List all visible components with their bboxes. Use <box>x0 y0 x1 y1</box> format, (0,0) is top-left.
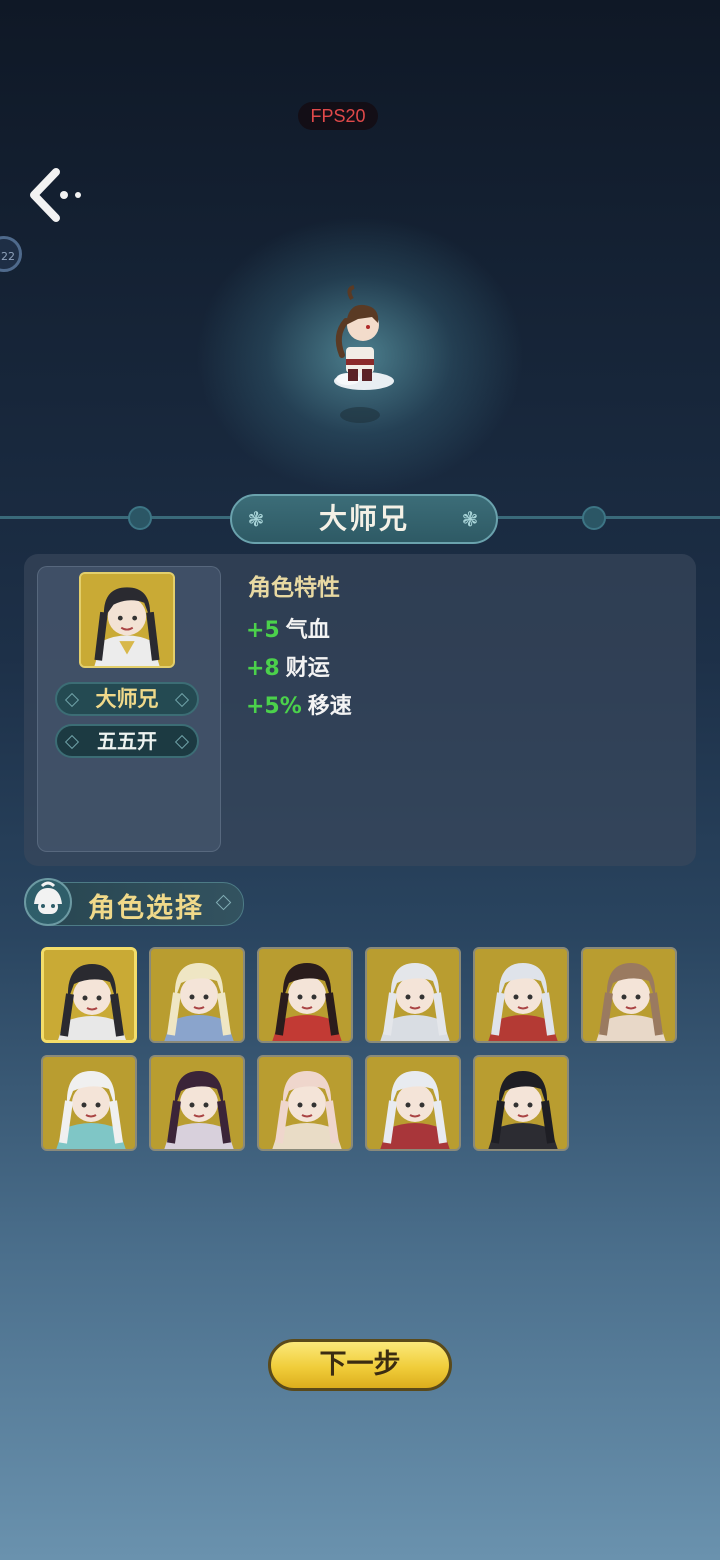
hero-sprite <box>318 285 402 425</box>
character-option[interactable] <box>473 947 569 1043</box>
flower-ornament-icon: ❃ <box>461 507 481 531</box>
trait-value: +5% <box>246 694 302 719</box>
character-option[interactable] <box>473 1055 569 1151</box>
trait-value: +8 <box>246 656 280 681</box>
character-portrait-icon <box>259 949 351 1041</box>
frame-line-right <box>498 516 720 519</box>
trait-row: +5 气血 <box>246 612 330 644</box>
character-portrait-icon <box>475 949 567 1041</box>
side-level-badge[interactable]: 22 <box>0 236 22 272</box>
section-title: 角色选择 <box>88 893 204 924</box>
character-option[interactable] <box>149 947 245 1043</box>
diamond-ornament-icon <box>64 692 80 708</box>
back-arrow-icon <box>30 168 81 222</box>
trait-label: 气血 <box>285 618 330 643</box>
character-portrait-icon <box>259 1057 351 1149</box>
character-option[interactable] <box>257 1055 353 1151</box>
diamond-ornament-icon <box>174 734 190 750</box>
diamond-ornament-icon <box>174 692 190 708</box>
character-name-pill: 大师兄 <box>55 682 199 716</box>
character-option[interactable] <box>41 947 137 1043</box>
character-name-banner: 大师兄 ❃ ❃ <box>230 494 498 544</box>
character-portrait-icon <box>43 1057 135 1149</box>
back-button[interactable] <box>26 166 86 224</box>
character-option[interactable] <box>365 1055 461 1151</box>
fps-counter: FPS20 <box>298 102 378 130</box>
character-tag-pill: 五五开 <box>55 724 199 758</box>
flower-ornament-icon: ❃ <box>247 507 267 531</box>
next-step-button[interactable]: 下一步 <box>268 1339 452 1391</box>
trait-row: +8 财运 <box>246 650 330 682</box>
frame-knob-left <box>128 506 152 530</box>
character-portrait-icon <box>367 949 459 1041</box>
trait-label: 财运 <box>285 656 330 681</box>
trait-row: +5% 移速 <box>246 688 352 720</box>
character-option[interactable] <box>365 947 461 1043</box>
character-portrait-icon <box>367 1057 459 1149</box>
traits-title: 角色特性 <box>248 575 340 601</box>
character-portrait-icon <box>151 1057 243 1149</box>
character-head-icon <box>24 878 72 926</box>
frame-knob-right <box>582 506 606 530</box>
banner-name: 大师兄 <box>318 502 409 535</box>
character-option[interactable] <box>149 1055 245 1151</box>
diamond-ornament-icon <box>64 734 80 750</box>
character-portrait-icon <box>583 949 675 1041</box>
character-portrait-icon <box>475 1057 567 1149</box>
trait-label: 移速 <box>307 694 352 719</box>
character-portrait-icon <box>44 950 134 1040</box>
character-option[interactable] <box>41 1055 137 1151</box>
character-portrait-icon <box>151 949 243 1041</box>
selected-character-portrait <box>79 572 175 668</box>
character-option[interactable] <box>581 947 677 1043</box>
trait-value: +5 <box>246 618 280 643</box>
frame-line-left <box>0 516 230 519</box>
character-option[interactable] <box>257 947 353 1043</box>
